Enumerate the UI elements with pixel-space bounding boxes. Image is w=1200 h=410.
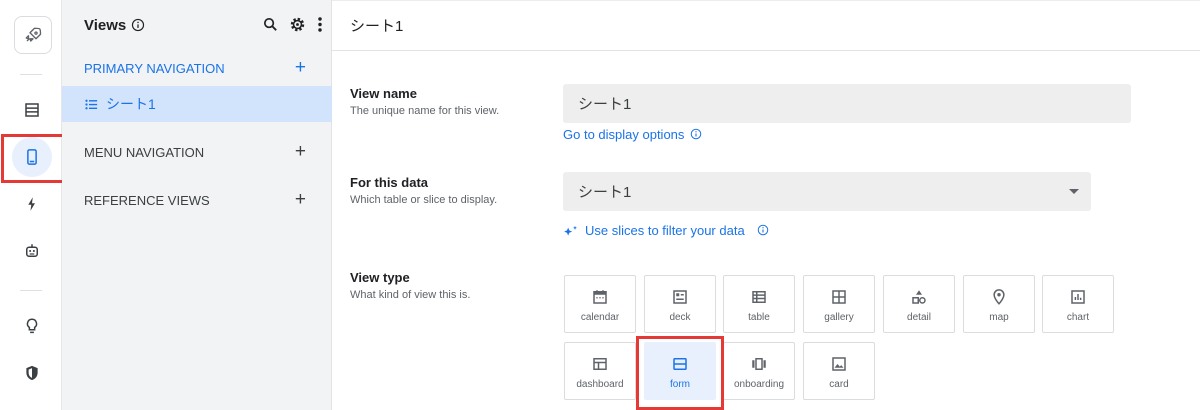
deck-icon (673, 290, 687, 304)
display-options-label: Go to display options (563, 127, 685, 142)
carousel-icon (752, 358, 766, 370)
view-type-deck[interactable]: deck (644, 275, 716, 333)
reference-views-section: REFERENCE VIEWS + (62, 183, 332, 217)
dashboard-icon (593, 358, 607, 370)
app-logo-button[interactable] (14, 16, 52, 54)
view-type-calendar[interactable]: calendar (564, 275, 636, 333)
view-type-card[interactable]: card (803, 342, 875, 400)
bolt-icon (28, 197, 35, 211)
display-options-link[interactable]: Go to display options (563, 127, 704, 142)
view-type-gallery[interactable]: gallery (803, 275, 875, 333)
view-type-chart[interactable]: chart (1042, 275, 1114, 333)
gallery-icon (832, 290, 846, 304)
page-title: シート1 (350, 17, 404, 35)
image-icon (832, 357, 846, 371)
reference-views-label: REFERENCE VIEWS (84, 192, 210, 208)
search-icon[interactable] (262, 16, 279, 33)
lightbulb-icon (26, 318, 38, 334)
info-icon[interactable] (131, 18, 145, 32)
view-type-label: chart (1066, 312, 1090, 323)
view-type-label-group: View type What kind of view this is. (350, 270, 470, 301)
sparkle-icon (564, 225, 577, 236)
view-type-label: deck (669, 312, 691, 323)
view-type-label: card (829, 379, 849, 390)
view-type-map[interactable]: map (963, 275, 1035, 333)
views-sidebar: Views PRIMARY NAVIGATION + シート1 MENU NAV… (62, 0, 332, 410)
view-type-detail[interactable]: detail (883, 275, 955, 333)
sidebar-tools (262, 15, 324, 34)
add-menu-view-button[interactable]: + (295, 142, 306, 161)
data-source-select[interactable]: シート1 (563, 172, 1091, 211)
sidebar-header: Views (62, 0, 332, 50)
shield-icon (26, 365, 38, 381)
highlight-box-views (1, 134, 67, 183)
info-icon[interactable] (690, 128, 704, 142)
ideas-nav-button[interactable] (12, 306, 52, 346)
view-type-label: detail (907, 312, 931, 323)
gear-icon[interactable] (288, 15, 307, 34)
shapes-icon (912, 290, 926, 304)
automation-nav-button[interactable] (12, 184, 52, 224)
add-primary-view-button[interactable]: + (295, 58, 306, 77)
view-name-title: View name (350, 86, 417, 101)
security-nav-button[interactable] (12, 353, 52, 393)
primary-navigation-section: PRIMARY NAVIGATION + (62, 51, 332, 85)
list-icon (85, 99, 98, 109)
view-name-value: シート1 (578, 96, 632, 113)
view-name-label-group: View name The unique name for this view. (350, 86, 499, 117)
add-reference-view-button[interactable]: + (295, 190, 306, 209)
view-header: シート1 (332, 0, 1200, 51)
for-this-data-desc: Which table or slice to display. (350, 194, 498, 206)
table-icon (25, 103, 39, 117)
sidebar-item-sheet1[interactable]: シート1 (62, 86, 332, 122)
app-editor: Views PRIMARY NAVIGATION + シート1 MENU NAV… (0, 0, 1200, 410)
view-type-table[interactable]: table (723, 275, 795, 333)
view-type-label: gallery (824, 312, 854, 323)
view-type-label: calendar (580, 312, 620, 323)
more-vert-icon[interactable] (316, 15, 324, 34)
view-type-dashboard[interactable]: dashboard (564, 342, 636, 400)
data-source-value: シート1 (578, 184, 632, 201)
primary-navigation-label: PRIMARY NAVIGATION (84, 60, 225, 76)
left-rail (0, 0, 67, 410)
sidebar-title: Views (84, 16, 127, 34)
robot-icon (26, 244, 38, 257)
bar-chart-icon (1071, 290, 1085, 304)
menu-navigation-label: MENU NAVIGATION (84, 144, 205, 160)
map-pin-icon (993, 289, 1005, 305)
menu-navigation-section: MENU NAVIGATION + (62, 135, 332, 169)
rail-divider (20, 74, 42, 75)
table-icon (752, 291, 766, 303)
view-name-input[interactable]: シート1 (563, 84, 1131, 123)
rail-divider (20, 290, 42, 291)
view-type-onboarding[interactable]: onboarding (723, 342, 795, 400)
data-nav-button[interactable] (12, 90, 52, 130)
view-type-label: map (989, 312, 1009, 323)
dropdown-caret-icon (1069, 189, 1079, 194)
for-this-data-title: For this data (350, 175, 429, 190)
bots-nav-button[interactable] (12, 231, 52, 271)
highlight-box-form (636, 336, 724, 410)
info-icon[interactable] (757, 224, 771, 238)
for-this-data-label-group: For this data Which table or slice to di… (350, 175, 497, 206)
view-type-label: dashboard (576, 379, 624, 390)
use-slices-label: Use slices to filter your data (585, 223, 745, 238)
view-type-desc: What kind of view this is. (350, 289, 471, 301)
view-name-desc: The unique name for this view. (350, 105, 500, 117)
use-slices-link[interactable]: Use slices to filter your data (563, 223, 771, 238)
view-type-label: table (748, 312, 770, 323)
rocket-icon (25, 27, 42, 42)
view-type-title: View type (350, 270, 410, 285)
sidebar-item-label: シート1 (106, 96, 156, 112)
view-type-label: onboarding (733, 379, 785, 390)
view-editor-panel: シート1 View name The unique name for this … (332, 0, 1200, 410)
calendar-icon (593, 290, 607, 304)
